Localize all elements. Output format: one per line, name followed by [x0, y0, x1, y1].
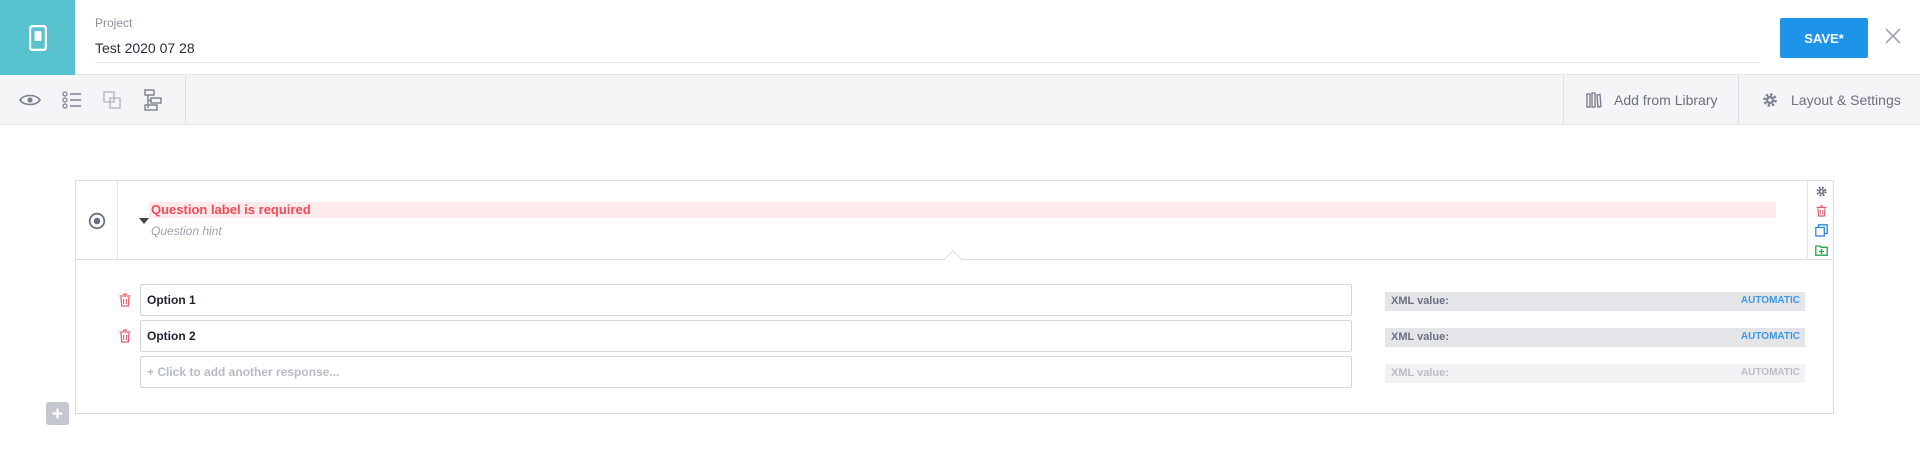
- radio-select-one-icon: [88, 212, 105, 229]
- toolbar-divider: [1738, 75, 1739, 125]
- delete-option-icon[interactable]: [118, 293, 132, 307]
- xml-value-field: XML value: AUTOMATIC: [1385, 364, 1805, 383]
- library-icon: [1586, 92, 1602, 108]
- expand-caret-icon[interactable]: [139, 218, 149, 224]
- list-item: Option 2 XML value: AUTOMATIC: [76, 320, 1833, 352]
- mobile-device-icon: [28, 24, 47, 51]
- project-field-label: Project: [95, 16, 133, 30]
- toolbar-divider: [1563, 75, 1564, 125]
- duplicate-icon[interactable]: [1814, 223, 1828, 237]
- xml-value-label: XML value:: [1391, 367, 1449, 379]
- settings-icon[interactable]: [1814, 184, 1828, 198]
- copy-icon[interactable]: [100, 88, 124, 112]
- question-header: Question label is required Question hint: [76, 181, 1833, 260]
- xml-value-automatic: AUTOMATIC: [1740, 331, 1800, 342]
- layout-settings-button[interactable]: Layout & Settings: [1761, 75, 1901, 125]
- question-type-toggle[interactable]: [76, 181, 118, 260]
- add-question-button[interactable]: [46, 402, 69, 425]
- layout-settings-label: Layout & Settings: [1791, 92, 1901, 108]
- gear-icon: [1763, 93, 1777, 107]
- add-from-library-label: Add from Library: [1614, 92, 1718, 108]
- project-name-input[interactable]: Test 2020 07 28: [95, 37, 1760, 63]
- project-type-tile: [0, 0, 75, 75]
- xml-value-field[interactable]: XML value: AUTOMATIC: [1385, 292, 1805, 311]
- xml-value-field[interactable]: XML value: AUTOMATIC: [1385, 328, 1805, 347]
- plus-icon: [52, 408, 63, 419]
- question-card: Question label is required Question hint: [75, 180, 1834, 414]
- tree-icon[interactable]: [141, 88, 165, 112]
- list-icon[interactable]: [60, 88, 84, 112]
- toolbar: Add from Library Layout & Settings: [0, 75, 1920, 125]
- add-from-library-button[interactable]: Add from Library: [1586, 75, 1717, 125]
- delete-option-icon[interactable]: [118, 329, 132, 343]
- add-response-row: + Click to add another response... XML v…: [76, 356, 1833, 388]
- add-response-input[interactable]: + Click to add another response...: [140, 356, 1352, 388]
- delete-icon[interactable]: [1814, 204, 1828, 218]
- xml-value-label: XML value:: [1391, 295, 1449, 307]
- xml-value-automatic: AUTOMATIC: [1740, 295, 1800, 306]
- close-icon[interactable]: [1883, 26, 1903, 46]
- add-to-library-icon[interactable]: [1814, 243, 1828, 257]
- toolbar-divider: [185, 75, 186, 125]
- question-label-input[interactable]: Question label is required: [149, 202, 1776, 218]
- xml-value-automatic: AUTOMATIC: [1740, 367, 1800, 378]
- option-label-input[interactable]: Option 2: [140, 320, 1352, 352]
- question-label-error: Question label is required: [151, 202, 311, 217]
- eye-icon[interactable]: [18, 88, 42, 112]
- list-item: Option 1 XML value: AUTOMATIC: [76, 284, 1833, 316]
- question-side-actions: [1807, 181, 1833, 260]
- option-label-input[interactable]: Option 1: [140, 284, 1352, 316]
- question-hint-input[interactable]: Question hint: [151, 224, 222, 238]
- header-bar: Project Test 2020 07 28 SAVE*: [0, 0, 1920, 75]
- xml-value-label: XML value:: [1391, 331, 1449, 343]
- save-button[interactable]: SAVE*: [1780, 18, 1868, 58]
